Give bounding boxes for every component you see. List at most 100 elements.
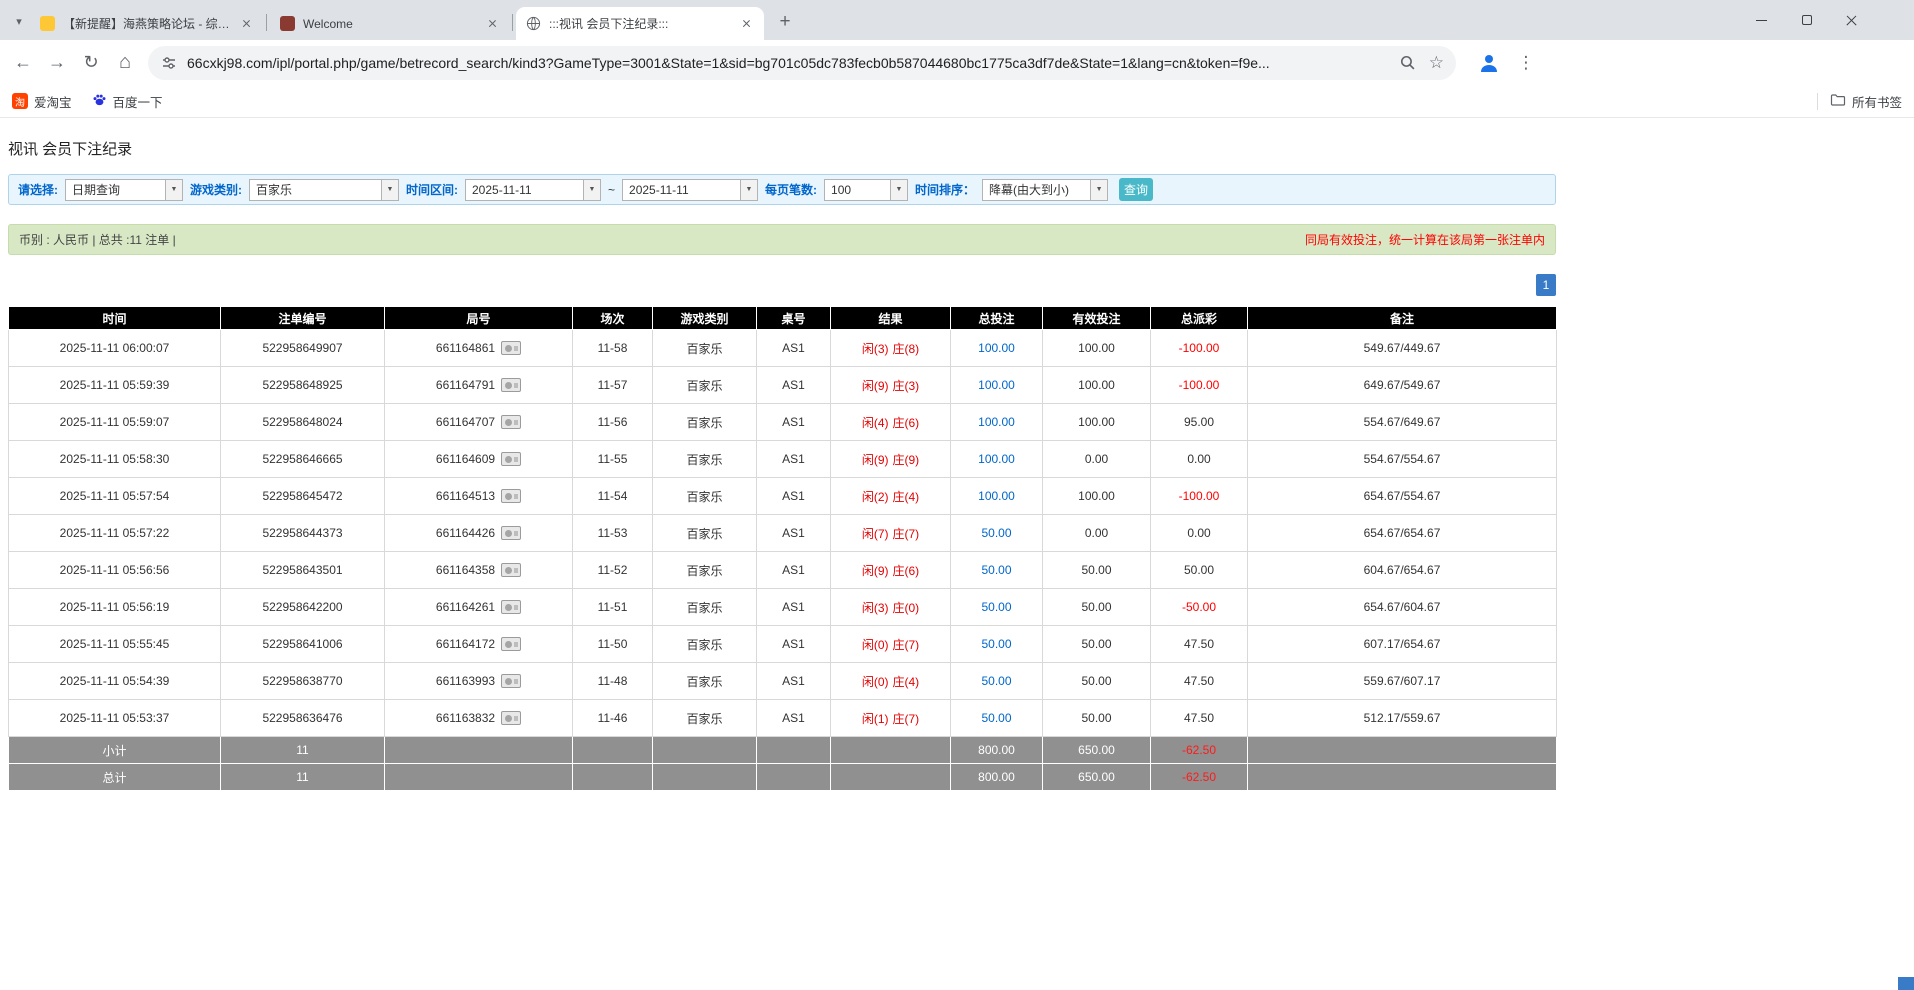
video-replay-icon[interactable] <box>501 637 522 651</box>
cell-session: 11-48 <box>572 662 653 700</box>
query-type-value[interactable]: 日期查询 <box>65 178 165 201</box>
date-to-dropdown[interactable]: 2025-11-11 <box>622 178 759 201</box>
cell-time: 2025-11-11 05:57:54 <box>8 477 221 515</box>
search-button[interactable]: 查询 <box>1119 178 1154 201</box>
total-bet-link[interactable]: 100.00 <box>978 489 1015 503</box>
pagination-bottom[interactable] <box>1898 977 1914 990</box>
sort-value[interactable]: 降幕(由大到小) <box>982 178 1091 201</box>
chevron-down-icon[interactable] <box>1090 178 1109 201</box>
reload-icon[interactable] <box>74 46 108 80</box>
total-bet-link[interactable]: 50.00 <box>981 600 1011 614</box>
bookmark-baidu[interactable]: 百度一下 <box>92 92 163 111</box>
tab-3-close-icon[interactable] <box>738 15 755 32</box>
video-replay-icon[interactable] <box>501 563 522 577</box>
total-bet-link[interactable]: 100.00 <box>978 341 1015 355</box>
maximize-button[interactable] <box>1784 0 1829 40</box>
profile-avatar[interactable] <box>1476 50 1502 76</box>
all-bookmarks[interactable]: 所有书签 <box>1830 92 1902 111</box>
browser-tab-1[interactable]: 【新提醒】海燕策略论坛 - 综合... <box>30 7 264 40</box>
video-replay-icon[interactable] <box>501 378 522 392</box>
total-bet-link[interactable]: 100.00 <box>978 378 1015 392</box>
browser-tab-3-active[interactable]: :::视讯 会员下注纪录::: <box>516 7 764 40</box>
bookmark-star-icon[interactable] <box>1429 53 1444 73</box>
total-total-bet: 800.00 <box>950 763 1043 791</box>
chevron-down-icon[interactable] <box>583 178 601 201</box>
date-from-dropdown[interactable]: 2025-11-11 <box>465 178 601 201</box>
date-to-value[interactable]: 2025-11-11 <box>622 178 741 201</box>
video-replay-icon[interactable] <box>501 341 522 355</box>
total-bet-link[interactable]: 50.00 <box>981 711 1011 725</box>
chevron-down-icon[interactable] <box>381 178 399 201</box>
chevron-down-icon[interactable] <box>890 178 909 201</box>
tab-separator <box>512 14 513 31</box>
cell-total-bet: 100.00 <box>950 403 1043 441</box>
video-replay-icon[interactable] <box>501 415 522 429</box>
new-tab-button[interactable] <box>772 9 798 35</box>
game-type-value[interactable]: 百家乐 <box>249 178 381 201</box>
window-close-button[interactable] <box>1829 0 1874 40</box>
cell-time: 2025-11-11 05:56:56 <box>8 551 221 589</box>
browser-menu-icon[interactable] <box>1512 53 1540 73</box>
tab-separator <box>266 14 267 31</box>
tab-search-icon[interactable] <box>8 10 30 32</box>
chevron-down-icon[interactable] <box>740 178 759 201</box>
cell-total-bet: 50.00 <box>950 625 1043 663</box>
result-banker: 庄(3) <box>892 378 920 393</box>
query-type-dropdown[interactable]: 日期查询 <box>65 178 183 201</box>
video-replay-icon[interactable] <box>501 489 522 503</box>
bookmark-taobao[interactable]: 淘 爱淘宝 <box>12 92 72 111</box>
per-page-dropdown[interactable]: 100 <box>824 178 909 201</box>
cell-note: 554.67/649.67 <box>1247 403 1557 441</box>
cell-bet-no: 522958648925 <box>220 366 385 404</box>
window-controls <box>1739 0 1874 40</box>
address-bar[interactable]: 66cxkj98.com/ipl/portal.php/game/betreco… <box>148 45 1456 80</box>
cell-session: 11-54 <box>572 477 653 515</box>
total-bet-link[interactable]: 100.00 <box>978 415 1015 429</box>
tab-1-close-icon[interactable] <box>238 15 255 32</box>
video-replay-icon[interactable] <box>501 600 522 614</box>
cell-bet-no: 522958643501 <box>220 551 385 589</box>
bet-records-table: 时间 注单编号 局号 场次 游戏类别 桌号 结果 总投注 有效投注 总派彩 备注… <box>8 306 1557 791</box>
total-bet-link[interactable]: 100.00 <box>978 452 1015 466</box>
total-bet-link[interactable]: 50.00 <box>981 637 1011 651</box>
minimize-button[interactable] <box>1739 0 1784 40</box>
tab-2-close-icon[interactable] <box>484 15 501 32</box>
cell-round-no: 661164609 <box>384 440 573 478</box>
date-from-value[interactable]: 2025-11-11 <box>465 178 583 201</box>
game-type-dropdown[interactable]: 百家乐 <box>249 178 399 201</box>
site-info-icon[interactable] <box>160 54 178 72</box>
browser-tab-2[interactable]: Welcome <box>270 7 510 40</box>
cell-payout: 47.50 <box>1150 625 1248 663</box>
video-replay-icon[interactable] <box>501 674 522 688</box>
tab-2-title: Welcome <box>303 16 353 31</box>
cell-table-no: AS1 <box>756 477 831 515</box>
page-title: 视讯 会员下注纪录 <box>8 141 133 158</box>
video-replay-icon[interactable] <box>501 711 522 725</box>
cell-game-type: 百家乐 <box>652 588 757 626</box>
cell-result: 闲(0) 庄(4) <box>830 662 951 700</box>
chevron-down-icon[interactable] <box>165 178 183 201</box>
cell-bet-no: 522958645472 <box>220 477 385 515</box>
url-text[interactable]: 66cxkj98.com/ipl/portal.php/game/betreco… <box>187 55 1399 71</box>
video-replay-icon[interactable] <box>501 526 522 540</box>
tab-1-favicon <box>39 16 55 32</box>
cell-session: 11-56 <box>572 403 653 441</box>
back-icon[interactable] <box>6 46 40 80</box>
header-game-type: 游戏类别 <box>652 306 757 330</box>
sort-dropdown[interactable]: 降幕(由大到小) <box>982 178 1109 201</box>
total-bet-link[interactable]: 50.00 <box>981 674 1011 688</box>
total-bet-link[interactable]: 50.00 <box>981 563 1011 577</box>
cell-table-no: AS1 <box>756 366 831 404</box>
cell-valid-bet: 50.00 <box>1042 588 1151 626</box>
video-replay-icon[interactable] <box>501 452 522 466</box>
per-page-value[interactable]: 100 <box>824 178 891 201</box>
total-bet-link[interactable]: 50.00 <box>981 526 1011 540</box>
cell-payout: 47.50 <box>1150 699 1248 737</box>
home-icon[interactable] <box>108 46 142 80</box>
forward-icon[interactable] <box>40 46 74 80</box>
zoom-icon[interactable] <box>1399 54 1417 72</box>
page-1-button[interactable]: 1 <box>1536 274 1556 296</box>
result-player: 闲(3) <box>861 341 889 356</box>
cell-note: 604.67/654.67 <box>1247 551 1557 589</box>
cell-session: 11-46 <box>572 699 653 737</box>
